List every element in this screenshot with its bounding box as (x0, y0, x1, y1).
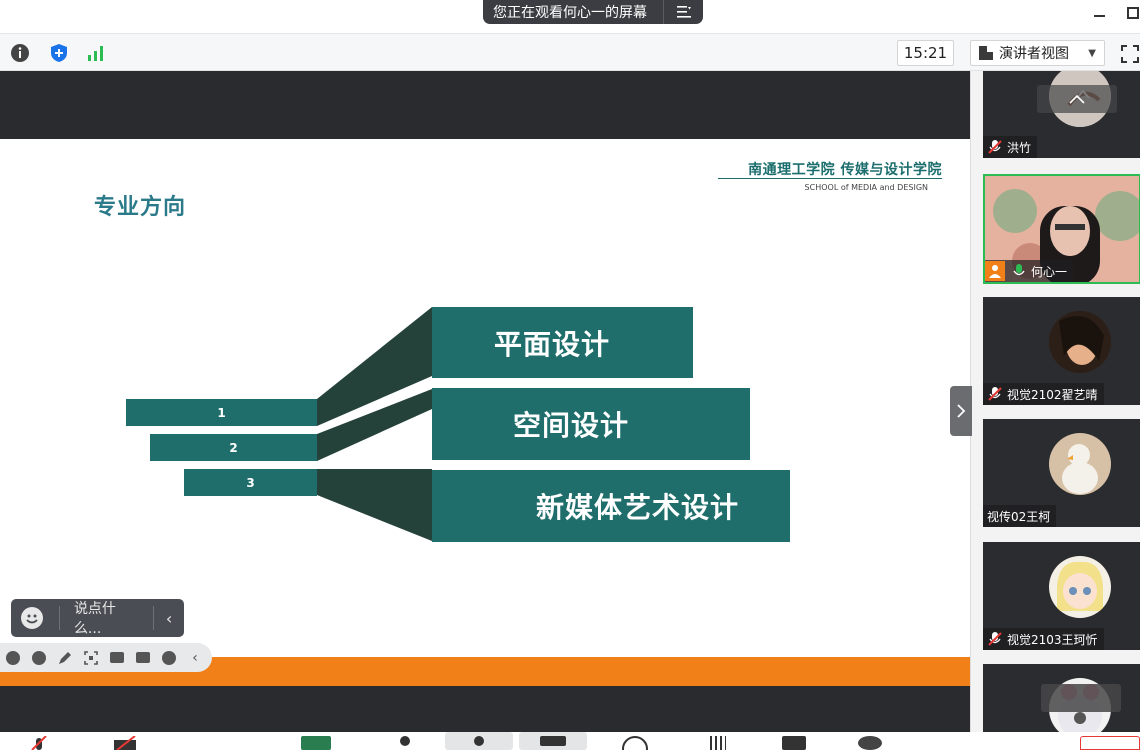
apps-icon[interactable] (782, 736, 806, 750)
maximize-button[interactable] (1124, 4, 1140, 22)
avatar (1049, 556, 1111, 618)
invite-icon[interactable] (474, 736, 484, 746)
item-number-3: 3 (184, 469, 317, 496)
mic-muted-icon[interactable] (30, 736, 50, 750)
host-icon (985, 261, 1005, 281)
participants-panel: 洪竹 何心一 视觉2102翟艺晴 视传02王柯 视觉2103王珂忻 (970, 71, 1140, 750)
mic-muted-icon (987, 139, 1003, 155)
shield-icon[interactable] (48, 42, 70, 64)
prev-page-icon[interactable] (4, 649, 22, 667)
screenshot-icon[interactable] (82, 649, 100, 667)
meeting-clock: 15:21 (897, 40, 954, 66)
signal-icon[interactable] (85, 42, 107, 64)
participant-name-tag: 洪竹 (983, 136, 1038, 158)
comment-icon[interactable] (134, 649, 152, 667)
fullscreen-icon[interactable] (1120, 44, 1140, 64)
share-screen-icon[interactable] (301, 736, 331, 750)
chat-placeholder[interactable]: 说点什么... (74, 598, 143, 638)
participant-name: 视觉2103王珂忻 (1007, 632, 1098, 647)
mic-muted-icon (987, 631, 1003, 647)
participant-tile-2[interactable]: 何心一 (983, 174, 1140, 284)
emoji-icon[interactable] (21, 607, 43, 629)
view-mode-select[interactable]: 演讲者视图 ▼ (970, 40, 1105, 66)
participant-name: 视传02王柯 (987, 509, 1051, 524)
scroll-down-control[interactable] (1041, 684, 1121, 712)
participant-name: 何心一 (1031, 264, 1068, 279)
avatar (1049, 433, 1111, 495)
participant-name-tag: 视觉2102翟艺晴 (983, 383, 1104, 405)
pen-icon[interactable] (56, 649, 74, 667)
speaker-view-icon (979, 46, 993, 60)
participant-name-tag: 视觉2103王珂忻 (983, 628, 1104, 650)
participants-icon[interactable] (400, 736, 410, 746)
mic-on-icon (1011, 263, 1027, 279)
collapse-chevron-icon[interactable]: ‹ (186, 649, 204, 667)
participant-name: 洪竹 (1007, 140, 1032, 155)
connector-3 (317, 469, 432, 541)
participant-tile-4[interactable]: 视传02王柯 (983, 419, 1140, 527)
collapse-panel-handle[interactable] (950, 386, 972, 436)
list-menu-icon[interactable] (663, 0, 703, 24)
info-icon[interactable] (9, 42, 31, 64)
settings-icon[interactable] (858, 736, 882, 750)
chat-icon[interactable] (540, 736, 566, 746)
item-box-1: 平面设计 (432, 307, 693, 378)
scroll-up-control[interactable] (1037, 85, 1117, 113)
avatar (1049, 311, 1111, 373)
stage-bottom-letterbox (0, 686, 970, 732)
stage-top-letterbox (0, 71, 970, 139)
minimize-button[interactable] (1090, 4, 1108, 22)
meeting-window: 您正在观看何心一的屏幕 15:21 演讲者视图 ▼ 南通理工学院 传媒与设计学院 (0, 0, 1140, 750)
participant-tile-5[interactable]: 视觉2103王珂忻 (983, 542, 1140, 650)
chevron-left-icon[interactable]: ‹ (154, 609, 184, 628)
screen-share-banner[interactable]: 您正在观看何心一的屏幕 (483, 0, 703, 24)
leave-meeting-button[interactable] (1080, 736, 1140, 750)
hand-raise-icon[interactable] (710, 736, 726, 750)
participant-tile-3[interactable]: 视觉2102翟艺晴 (983, 297, 1140, 405)
video-off-icon[interactable] (113, 736, 145, 750)
mic-muted-icon (987, 386, 1003, 402)
next-page-icon[interactable] (30, 649, 48, 667)
chat-divider (58, 606, 60, 630)
more-icon[interactable] (160, 649, 178, 667)
annotation-toolbar: ‹ (0, 643, 212, 672)
item-number-2: 2 (150, 434, 317, 461)
share-banner-text: 您正在观看何心一的屏幕 (493, 5, 647, 21)
bottom-toolbar (0, 732, 1140, 750)
participant-name-tag: 何心一 (985, 260, 1074, 282)
view-mode-label: 演讲者视图 (999, 46, 1069, 62)
participant-name: 视觉2102翟艺晴 (1007, 387, 1098, 402)
participant-name-tag: 视传02王柯 (983, 505, 1057, 527)
record-icon[interactable] (622, 736, 648, 750)
item-number-1: 1 (126, 399, 317, 426)
shared-slide: 南通理工学院 传媒与设计学院 SCHOOL of MEDIA and DESIG… (0, 139, 970, 657)
chevron-down-icon: ▼ (1088, 47, 1096, 59)
item-box-2: 空间设计 (432, 388, 750, 460)
item-box-3: 新媒体艺术设计 (432, 470, 790, 542)
meeting-toolbar: 15:21 演讲者视图 ▼ (0, 33, 1140, 71)
chat-input-pill[interactable]: 说点什么... ‹ (11, 599, 184, 637)
camera-icon[interactable] (108, 649, 126, 667)
